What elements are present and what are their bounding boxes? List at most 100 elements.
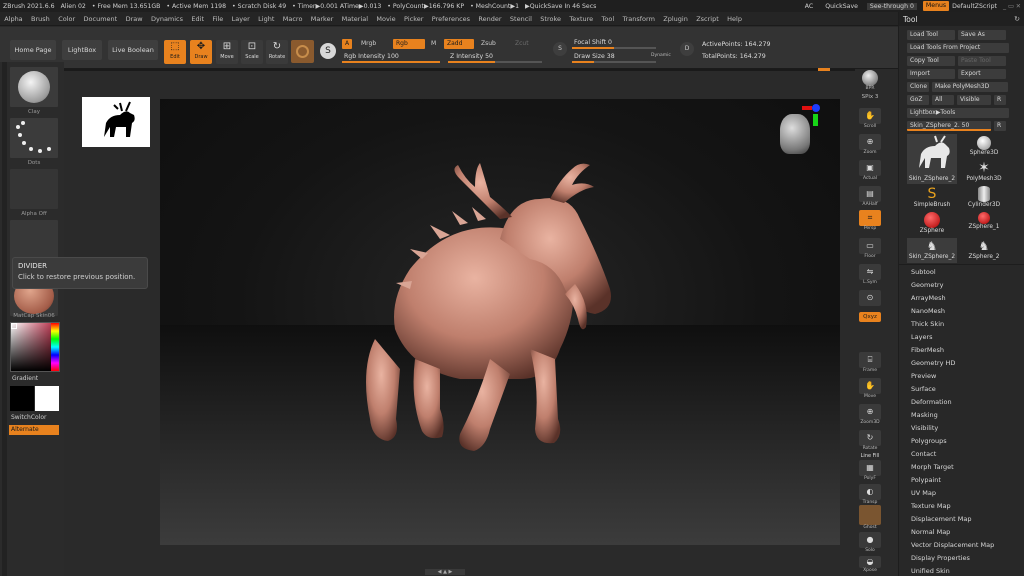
transp-button[interactable]: ◐ Transp — [858, 484, 882, 505]
tool-tile-skin-zsphere-2[interactable]: Skin_ZSphere_2 — [907, 134, 957, 184]
menu-zscript[interactable]: Zscript — [692, 15, 723, 23]
lsym-button[interactable]: ⇋ L.Sym — [858, 264, 882, 285]
hue-strip[interactable] — [51, 323, 59, 371]
alpha-thumbnail[interactable] — [10, 169, 58, 209]
main-color-swatch[interactable] — [10, 386, 34, 411]
window-controls-icon[interactable]: _ ▭ ✕ — [1000, 3, 1024, 10]
floor-button[interactable]: ▭ Floor — [858, 238, 882, 259]
color-picker[interactable] — [10, 322, 60, 372]
subpalette-contact[interactable]: Contact — [911, 450, 936, 458]
ghost-button[interactable]: Ghost — [858, 505, 882, 530]
load-from-project-button[interactable]: Load Tools From Project — [907, 43, 1009, 53]
draw-mode-button[interactable]: ✥ Draw — [190, 40, 212, 64]
subpalette-masking[interactable]: Masking — [911, 411, 938, 419]
solo-button[interactable]: ● Solo — [858, 532, 882, 553]
subpalette-uv-map[interactable]: UV Map — [911, 489, 936, 497]
subpalette-preview[interactable]: Preview — [911, 372, 936, 380]
clone-button[interactable]: Clone — [907, 82, 929, 92]
menu-texture[interactable]: Texture — [565, 15, 597, 23]
lightbox-tools-button[interactable]: Lightbox▶Tools — [907, 108, 1009, 118]
tool-tile-sphere3d[interactable]: Sphere3D — [959, 136, 1009, 161]
menu-draw[interactable]: Draw — [121, 15, 146, 23]
zoom-button[interactable]: ⊕ Zoom — [858, 134, 882, 155]
visible-button[interactable]: Visible — [957, 95, 991, 105]
tool-palette-header[interactable]: Tool ↻ — [899, 12, 1024, 26]
shelf-handle[interactable] — [818, 68, 830, 71]
subpalette-fibermesh[interactable]: FiberMesh — [911, 346, 944, 354]
zsub-toggle[interactable]: Zsub — [478, 39, 499, 49]
color-cursor-icon[interactable] — [11, 323, 17, 329]
rotate-button[interactable]: ↻ Rotate — [858, 430, 882, 451]
stroke-thumbnail[interactable] — [10, 118, 58, 158]
orientation-widget[interactable] — [780, 104, 822, 164]
menu-transform[interactable]: Transform — [618, 15, 659, 23]
scale-mode-button[interactable]: ⊡ Scale — [241, 40, 263, 64]
quicksave-button[interactable]: QuickSave — [822, 3, 861, 10]
z-intensity-slider[interactable]: Z Intensity 50 — [448, 52, 542, 63]
actual-button[interactable]: ▣ Actual — [858, 160, 882, 181]
menu-macro[interactable]: Macro — [279, 15, 307, 23]
menu-edit[interactable]: Edit — [187, 15, 208, 23]
subpalette-unified-skin[interactable]: Unified Skin — [911, 567, 950, 575]
menu-brush[interactable]: Brush — [27, 15, 54, 23]
move-mode-button[interactable]: ⊞ Move — [216, 40, 238, 64]
zcut-toggle[interactable]: Zcut — [512, 39, 532, 49]
menu-preferences[interactable]: Preferences — [428, 15, 475, 23]
menu-render[interactable]: Render — [474, 15, 506, 23]
menu-help[interactable]: Help — [723, 15, 746, 23]
lazy-s-icon[interactable]: S — [553, 42, 567, 56]
dynamic-toggle[interactable]: Dynamic — [651, 53, 671, 58]
subpalette-surface[interactable]: Surface — [911, 385, 936, 393]
subpalette-subtool[interactable]: Subtool — [911, 268, 936, 276]
bpr-button[interactable]: BPR — [858, 70, 882, 91]
brush-thumbnail[interactable] — [10, 67, 58, 107]
menu-tool[interactable]: Tool — [597, 15, 618, 23]
frame-button[interactable]: ⌸ Frame — [858, 352, 882, 373]
menu-color[interactable]: Color — [54, 15, 79, 23]
switch-color-button[interactable]: SwitchColor — [11, 414, 47, 421]
focal-shift-slider[interactable]: Focal Shift 0 — [572, 38, 656, 49]
mrgb-toggle[interactable]: Mrgb — [358, 39, 379, 49]
subpalette-normal-map[interactable]: Normal Map — [911, 528, 950, 536]
make-polymesh-button[interactable]: Make PolyMesh3D — [932, 82, 1008, 92]
menu-stencil[interactable]: Stencil — [506, 15, 536, 23]
document-canvas[interactable] — [160, 99, 840, 545]
save-as-button[interactable]: Save As — [958, 30, 1006, 40]
rotate-mode-button[interactable]: ↻ Rotate — [266, 40, 288, 64]
menu-stroke[interactable]: Stroke — [536, 15, 565, 23]
subpalette-arraymesh[interactable]: ArrayMesh — [911, 294, 946, 302]
subpalette-displacement-map[interactable]: Displacement Map — [911, 515, 971, 523]
menu-material[interactable]: Material — [337, 15, 372, 23]
lightbox-button[interactable]: LightBox — [62, 40, 102, 60]
subpalette-visibility[interactable]: Visibility — [911, 424, 938, 432]
stroke-s-icon[interactable]: S — [320, 43, 336, 59]
current-tool-slider[interactable]: Skin_ZSphere_2. 50 — [907, 121, 991, 131]
live-boolean-button[interactable]: Live Boolean — [108, 40, 158, 60]
bottom-divider-handle[interactable]: ◀ ▲ ▶ — [425, 569, 465, 575]
move-button[interactable]: ✋ Move — [858, 378, 882, 399]
navigator-thumbnail[interactable] — [82, 97, 150, 147]
subpalette-polypaint[interactable]: Polypaint — [911, 476, 941, 484]
m-toggle[interactable]: M — [428, 39, 439, 49]
tool-tile-simplebrush[interactable]: S SimpleBrush — [907, 186, 957, 211]
menu-file[interactable]: File — [208, 15, 227, 23]
menus-button[interactable]: Menus — [922, 1, 950, 11]
subpalette-layers[interactable]: Layers — [911, 333, 933, 341]
lock-button[interactable]: ⊙ — [858, 290, 882, 306]
menu-dynamics[interactable]: Dynamics — [147, 15, 187, 23]
paste-tool-button[interactable]: Paste Tool — [958, 56, 1006, 66]
r-reset-button[interactable]: R — [994, 121, 1006, 131]
aahalf-button[interactable]: ▤ AAHalf — [858, 186, 882, 207]
tool-tile-zsphere[interactable]: ZSphere — [907, 212, 957, 237]
all-button[interactable]: All — [932, 95, 954, 105]
line-fill-button[interactable]: Line Fill — [858, 453, 882, 459]
subpalette-nanomesh[interactable]: NanoMesh — [911, 307, 945, 315]
r-button[interactable]: R — [994, 95, 1006, 105]
export-button[interactable]: Export — [958, 69, 1006, 79]
menu-marker[interactable]: Marker — [307, 15, 338, 23]
qxyz-button[interactable]: Qxyz — [858, 312, 882, 322]
menu-zplugin[interactable]: Zplugin — [659, 15, 692, 23]
material-swatch-button[interactable] — [291, 40, 314, 63]
zoom3d-button[interactable]: ⊕ Zoom3D — [858, 404, 882, 425]
zadd-toggle[interactable]: Zadd — [444, 39, 474, 49]
